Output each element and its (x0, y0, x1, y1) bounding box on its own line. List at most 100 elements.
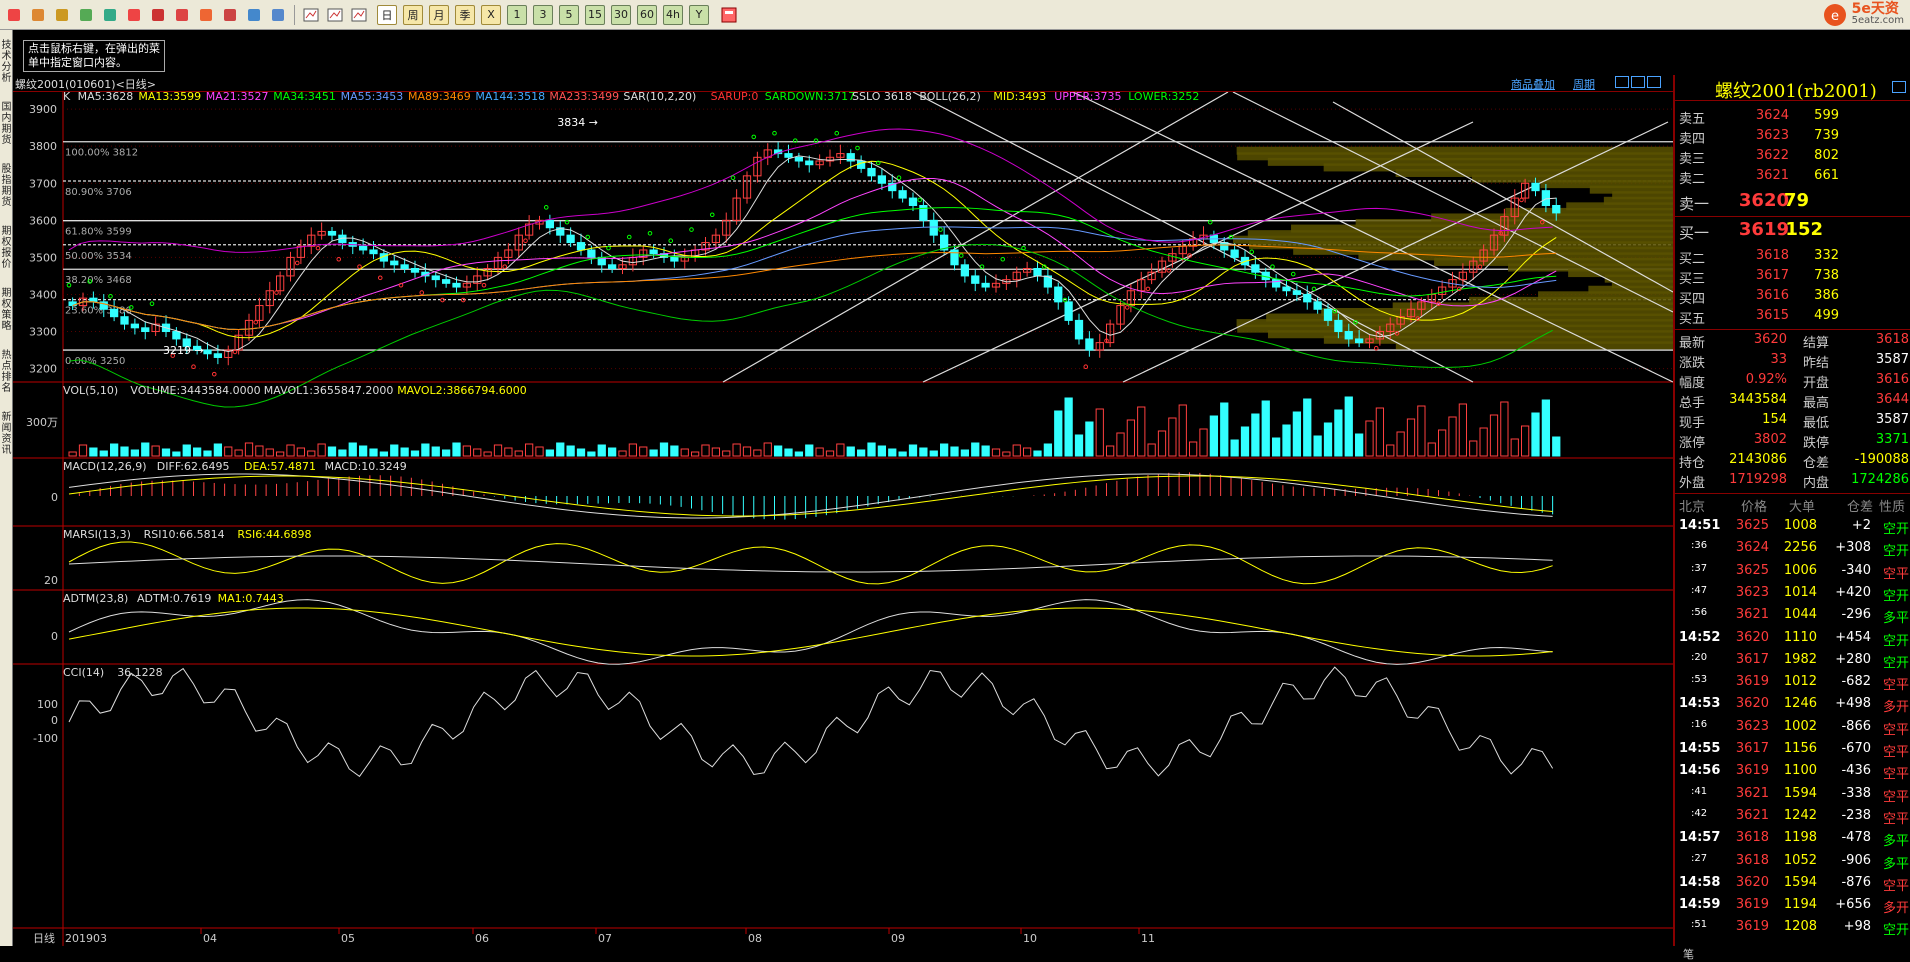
volume-bar (618, 450, 627, 457)
volume-bar (991, 448, 1001, 457)
volume-bar (628, 443, 638, 457)
sar-dot (834, 130, 840, 136)
side-tab[interactable]: 期权策略 (0, 288, 13, 332)
overlay-link[interactable]: 商品叠加 (1511, 76, 1555, 92)
back-icon[interactable] (4, 5, 24, 25)
tick-delta: -876 (1841, 874, 1871, 890)
toolbar-separator (294, 4, 295, 25)
candle-chart-icon[interactable] (349, 5, 369, 25)
volume-bar (255, 445, 264, 457)
panel-footer: 笔 (1683, 947, 1694, 961)
candle-body (452, 282, 461, 288)
chart-area[interactable]: 39003800370036003500340033003200100.00% … (13, 92, 1673, 946)
period-button[interactable]: 周 (403, 4, 423, 25)
candle-body (919, 204, 928, 221)
book-icon[interactable] (52, 5, 72, 25)
ask1-price: 3620 (1738, 190, 1789, 211)
table-icon[interactable] (301, 5, 321, 25)
calculator-icon[interactable] (719, 5, 739, 25)
tick-volume: 1100 (1783, 763, 1817, 779)
volume-bar (981, 445, 990, 457)
fib-label: 23.60% 3386 (65, 306, 132, 317)
volume-bar (1323, 422, 1333, 457)
tick-volume: 1110 (1783, 629, 1817, 645)
brush-icon[interactable] (196, 5, 216, 25)
sar-dot (751, 134, 757, 140)
period-button[interactable]: 1 (507, 4, 527, 25)
volume-bar (1396, 431, 1405, 457)
period-link[interactable]: 周期 (1573, 76, 1595, 92)
candle-body (1292, 290, 1302, 295)
side-tab[interactable]: 热点排名 (0, 350, 13, 394)
price-axis-label: 3800 (29, 140, 57, 153)
bid1-label: 买一 (1679, 224, 1710, 242)
refresh-icon[interactable] (100, 5, 120, 25)
side-tab[interactable]: 股指期货 (0, 164, 13, 208)
side-tabs: 技术分析国内期货股指期货期权报价期权策略热点排名新闻资讯 (0, 30, 13, 946)
period-button[interactable]: 30 (611, 4, 631, 25)
side-tab[interactable]: 技术分析 (0, 40, 13, 84)
side-tab[interactable]: 国内期货 (0, 102, 13, 146)
zoom-in-icon[interactable] (124, 5, 144, 25)
quote-window-icon[interactable] (1892, 81, 1906, 93)
stat-value: 3616 (1875, 372, 1909, 387)
period-button[interactable]: 3 (533, 4, 553, 25)
period-button[interactable]: 15 (585, 4, 605, 25)
volume-bar (545, 449, 555, 457)
tick-time: 14:52 (1679, 629, 1721, 645)
tick-header: 北京 价格 大单 仓差 性质 (1679, 496, 1909, 518)
stat-value: 154 (1762, 412, 1787, 427)
stat-label: 最高 (1803, 396, 1830, 411)
volume-bar (1552, 436, 1561, 457)
candle-body (950, 249, 959, 266)
toolbar-views (301, 5, 369, 25)
indicator-legend: MA21:3527 (206, 92, 269, 103)
sar-dot (896, 175, 902, 180)
ask-label: 卖二 (1679, 172, 1706, 187)
candle-body (898, 190, 907, 199)
period-button[interactable]: 60 (637, 4, 657, 25)
volume-bar (1199, 428, 1208, 457)
x-axis-label: 11 (1141, 932, 1155, 945)
line-chart-icon[interactable] (325, 5, 345, 25)
period-button[interactable]: 月 (429, 4, 449, 25)
period-button[interactable]: 日 (377, 4, 397, 25)
period-button[interactable]: 5 (559, 4, 579, 25)
tick-price: 3621 (1735, 807, 1769, 823)
price-axis-label: 3200 (29, 363, 57, 376)
side-tab[interactable]: 新闻资讯 (0, 412, 13, 456)
paint-icon[interactable] (220, 5, 240, 25)
side-tab[interactable]: 期权报价 (0, 226, 13, 270)
candle-body (566, 234, 575, 244)
divider (1675, 493, 1910, 494)
zoom-out-icon[interactable] (148, 5, 168, 25)
volume-bar (473, 448, 482, 457)
volume-bar (587, 451, 596, 457)
tick-price: 3619 (1735, 897, 1769, 913)
stat-label: 仓差 (1803, 456, 1830, 471)
period-button[interactable]: 季 (455, 4, 475, 25)
indicator-legend: MACD:10.3249 (325, 460, 407, 473)
tick-price: 3625 (1735, 562, 1769, 578)
candle-body (1251, 264, 1260, 273)
period-button[interactable]: Y (689, 4, 709, 25)
candle-body (908, 197, 918, 206)
indicator-icon[interactable] (268, 5, 288, 25)
filter-icon[interactable] (244, 5, 264, 25)
window-controls[interactable] (1613, 76, 1661, 92)
notes-icon[interactable] (76, 5, 96, 25)
candle-body (1230, 249, 1239, 258)
stat-label: 持仓 (1679, 456, 1706, 471)
sar-dot (689, 227, 694, 232)
candle-body (877, 175, 887, 184)
tick-time: :51 (1691, 919, 1708, 931)
indicator-legend: K (63, 92, 71, 103)
pen-icon[interactable] (172, 5, 192, 25)
volume-bar (639, 446, 648, 457)
candle-body (410, 268, 420, 273)
home-icon[interactable] (28, 5, 48, 25)
volume-bar (1292, 411, 1302, 457)
candle-body (670, 256, 679, 262)
period-button[interactable]: X (481, 4, 501, 25)
period-button[interactable]: 4h (663, 4, 683, 25)
